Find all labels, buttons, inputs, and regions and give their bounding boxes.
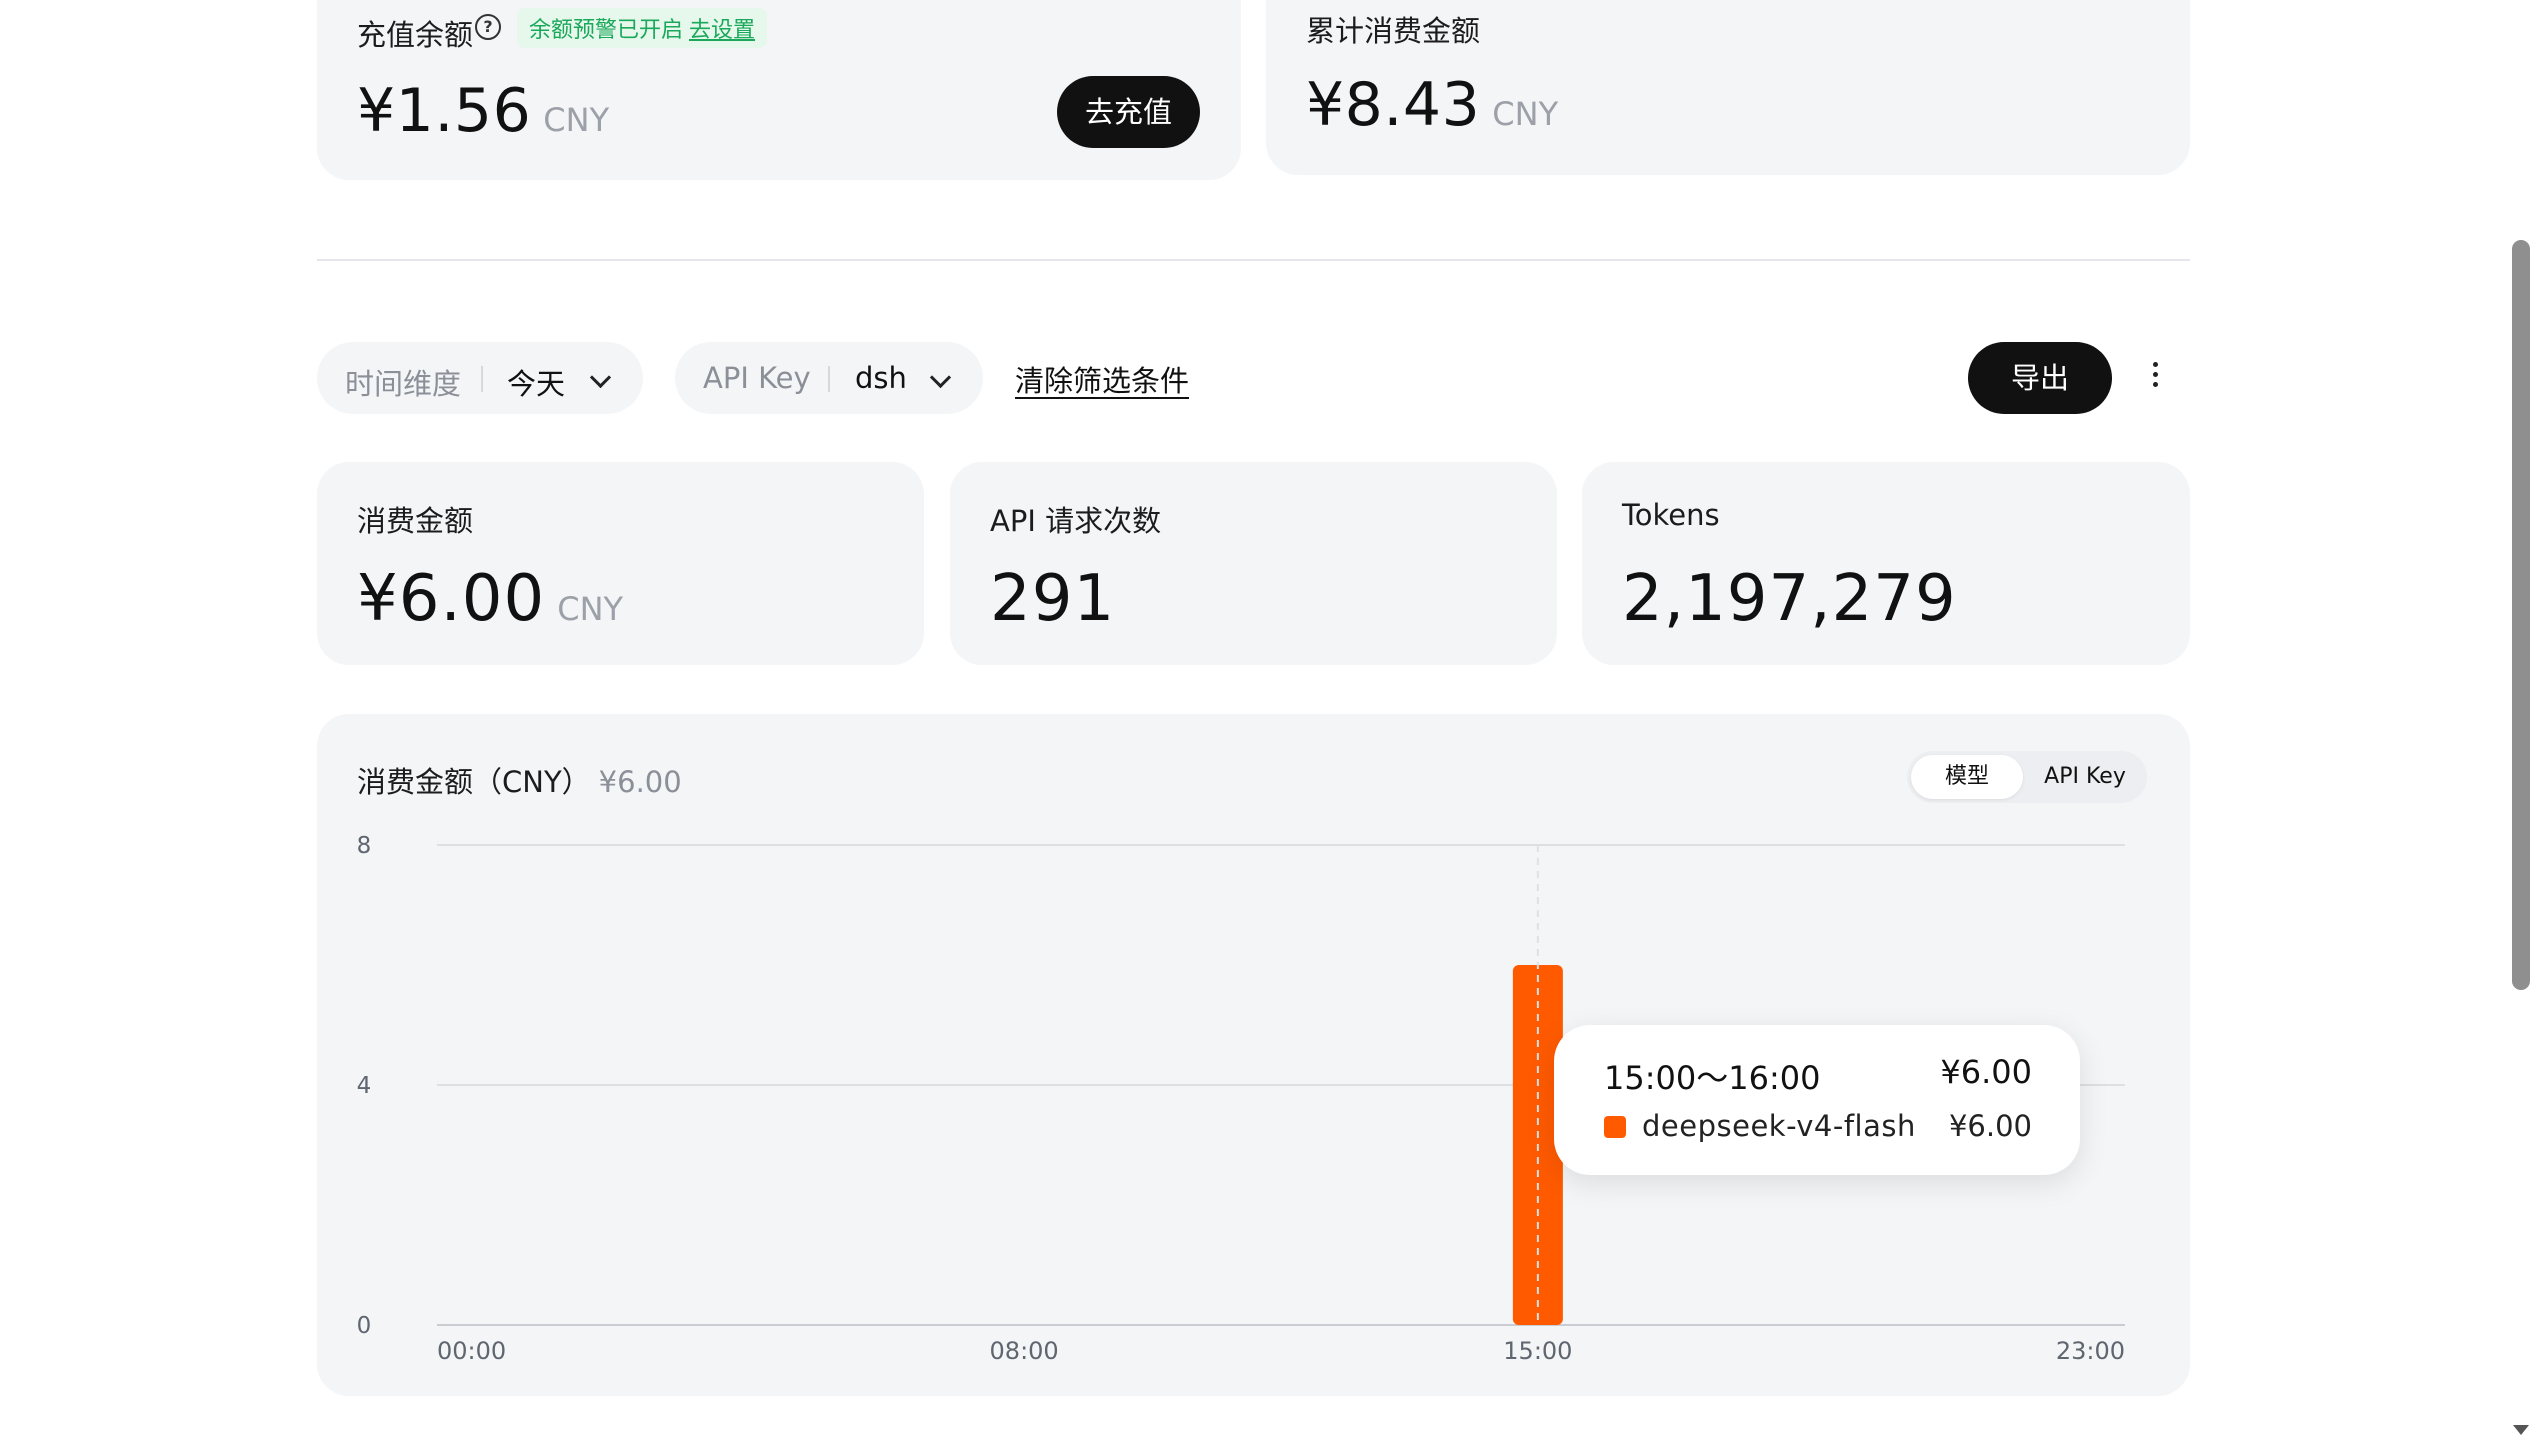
tooltip-series-swatch xyxy=(1604,1116,1626,1138)
tooltip-range: 15:00～16:00 xyxy=(1604,1059,1821,1097)
y-tick-label: 4 xyxy=(357,1073,372,1099)
scrollbar-thumb[interactable] xyxy=(2512,240,2530,990)
scroll-down-arrow-icon[interactable] xyxy=(2513,1425,2529,1435)
x-tick-label: 23:00 xyxy=(2056,1337,2125,1365)
x-tick-label: 15:00 xyxy=(1503,1337,1572,1365)
spend-bar-chart: 0 4 8 00:00 08:00 15:00 23:00 xyxy=(357,833,2125,1365)
tooltip-series-value: ¥6.00 xyxy=(1948,1109,2032,1143)
chart-tooltip: 15:00～16:00 ¥6.00 deepseek-v4-flash ¥6.0… xyxy=(1554,1025,2080,1175)
tooltip-series-name: deepseek-v4-flash xyxy=(1642,1109,1916,1143)
x-tick-label: 08:00 xyxy=(990,1337,1059,1365)
tooltip-total: ¥6.00 xyxy=(1940,1053,2032,1091)
y-tick-label: 0 xyxy=(357,1313,372,1339)
y-tick-label: 8 xyxy=(357,833,372,859)
x-tick-label: 00:00 xyxy=(437,1337,506,1365)
